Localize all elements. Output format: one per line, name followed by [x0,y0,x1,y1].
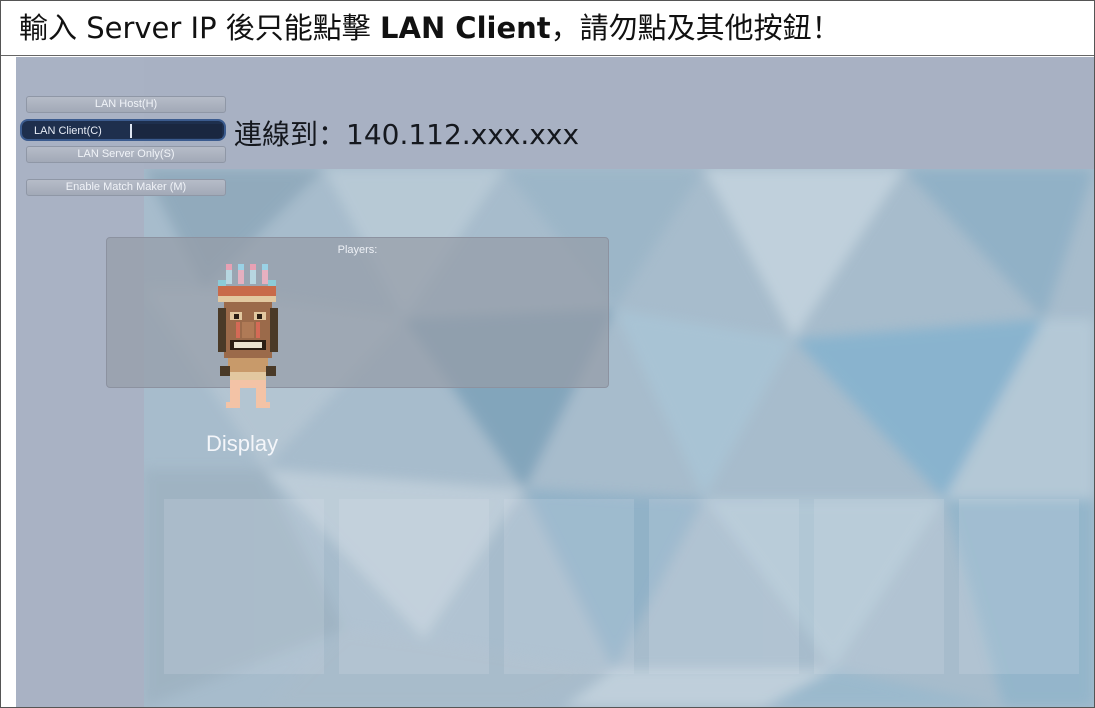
instruction-banner: 輸入 Server IP 後只能點擊 LAN Client，請勿點及其他按鈕！ [1,1,1094,56]
game-window: LAN Host(H) LAN Client(C) LAN Server Onl… [16,57,1094,707]
tiki-character-sprite[interactable] [206,262,286,417]
banner-prefix: 輸入 Server IP 後只能點擊 [19,11,381,45]
players-panel: Players: [106,237,609,388]
lan-client-button[interactable]: LAN Client(C) [20,119,226,141]
lan-client-row: LAN Client(C) [20,119,226,141]
enable-match-maker-button[interactable]: Enable Match Maker (M) [26,179,226,196]
lan-server-only-button[interactable]: LAN Server Only(S) [26,146,226,163]
server-ip-input[interactable] [130,124,222,138]
screenshot-frame: 輸入 Server IP 後只能點擊 LAN Client，請勿點及其他按鈕！ [0,0,1095,708]
lan-client-label: LAN Client(C) [34,125,102,137]
players-title: Players: [337,244,378,256]
connection-annotation: 連線到：140.112.xxx.xxx [234,118,580,151]
banner-suffix: ，請勿點及其他按鈕！ [550,11,841,45]
lan-host-button[interactable]: LAN Host(H) [26,96,226,113]
banner-emphasis: LAN Client [380,11,551,45]
player-name-label: Display [206,431,279,456]
